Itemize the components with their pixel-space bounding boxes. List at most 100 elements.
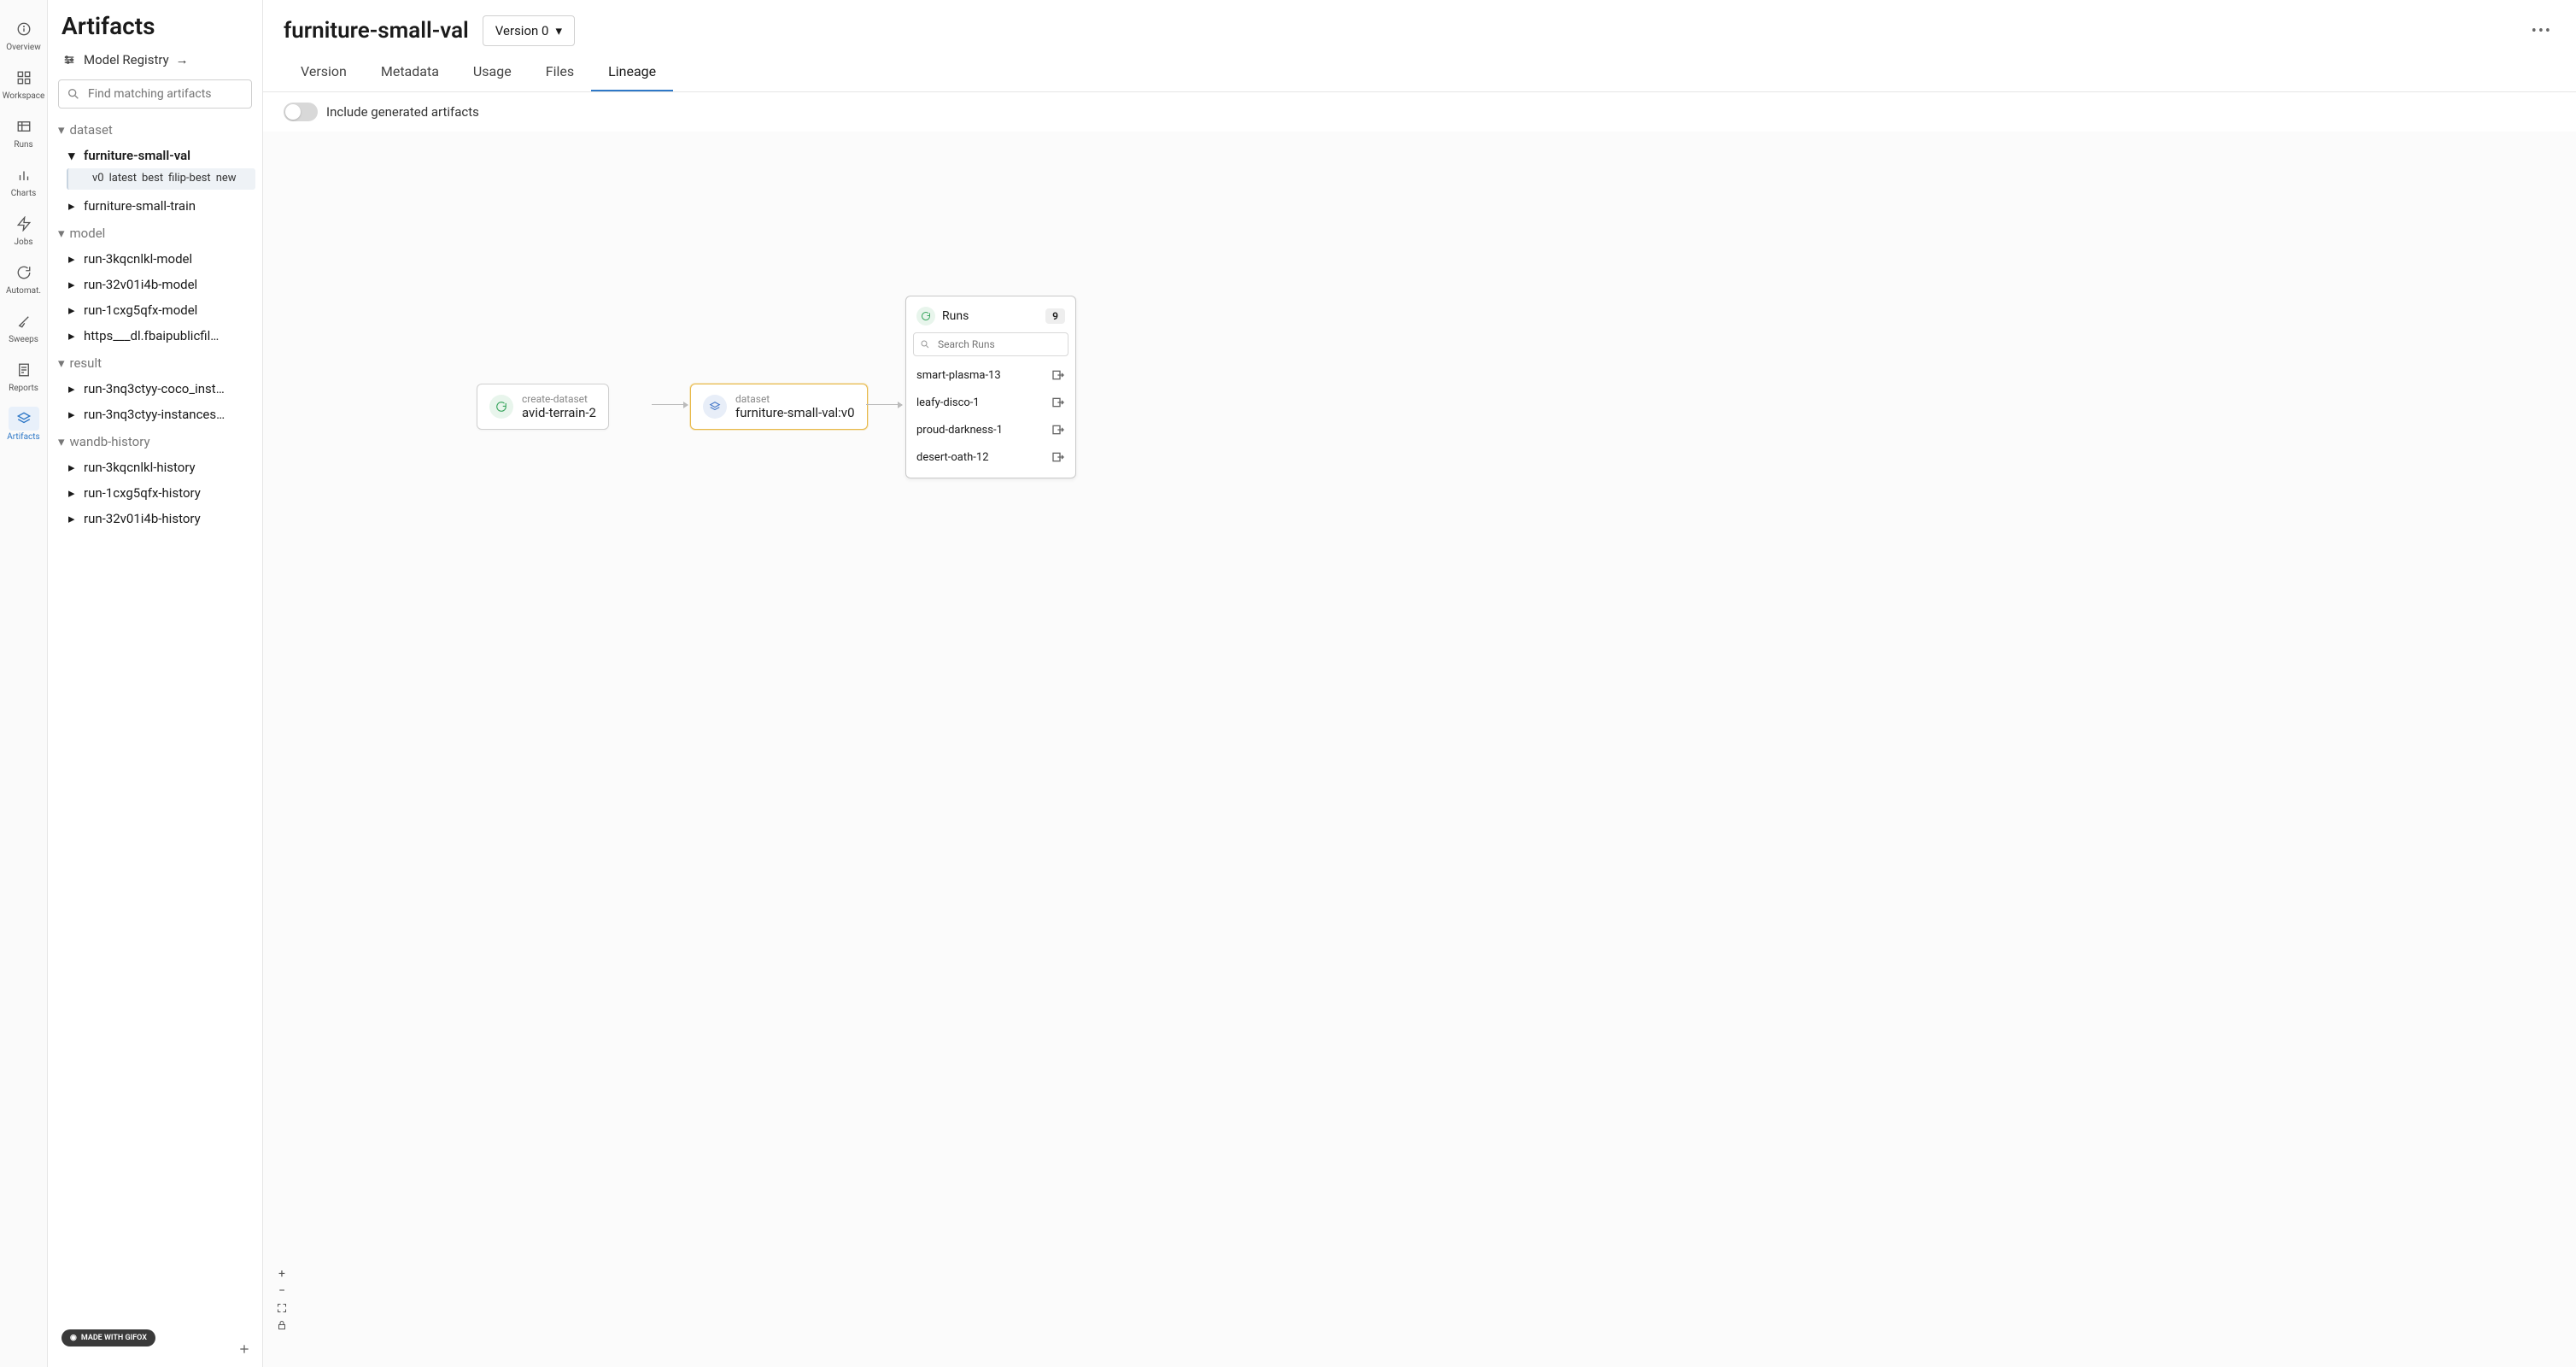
nav-reports[interactable]: Reports: [3, 351, 44, 398]
tag-filip-best[interactable]: filip-best: [168, 172, 211, 185]
run-item[interactable]: proud-darkness-1: [913, 416, 1068, 443]
tree-item-label: run-3kqcnlkl-history: [84, 460, 196, 475]
more-menu-button[interactable]: •••: [2528, 19, 2556, 44]
run-item[interactable]: smart-plasma-13: [913, 361, 1068, 389]
tree-group-label: dataset: [70, 122, 113, 138]
registry-icon: [61, 52, 77, 67]
nav-workspace[interactable]: Workspace: [3, 59, 44, 106]
zoom-out-button[interactable]: −: [273, 1283, 290, 1299]
nav-jobs[interactable]: Jobs: [3, 205, 44, 252]
tree-item[interactable]: ▸run-3nq3ctyy-instances…: [55, 402, 255, 427]
tab-files[interactable]: Files: [529, 55, 591, 91]
version-tags[interactable]: v0 latest best filip-best new: [67, 168, 255, 190]
version-selector[interactable]: Version 0 ▾: [483, 15, 575, 46]
tree-item-label: furniture-small-val: [84, 148, 190, 163]
tree-group-result[interactable]: ▾ result: [55, 350, 255, 376]
tree-item-label: furniture-small-train: [84, 198, 196, 214]
caret-right-icon: ▸: [68, 485, 79, 501]
lineage-node-dataset[interactable]: dataset furniture-small-val:v0: [690, 384, 868, 430]
run-item[interactable]: leafy-disco-1: [913, 389, 1068, 416]
tree-group-label: result: [70, 355, 102, 371]
toggle-label: Include generated artifacts: [326, 104, 479, 120]
refresh-icon: [9, 261, 39, 285]
tree-group-dataset[interactable]: ▾ dataset: [55, 117, 255, 143]
caret-right-icon: ▸: [68, 198, 79, 214]
nav-charts[interactable]: Charts: [3, 156, 44, 203]
tag-new[interactable]: new: [216, 172, 237, 185]
zoom-in-button[interactable]: +: [273, 1266, 290, 1282]
artifact-search: [58, 79, 252, 109]
lineage-node-create-dataset[interactable]: create-dataset avid-terrain-2: [477, 384, 609, 430]
nav-label: Jobs: [15, 238, 33, 247]
tree-item[interactable]: ▸run-1cxg5qfx-history: [55, 480, 255, 506]
tree-item[interactable]: ▸run-3kqcnlkl-history: [55, 455, 255, 480]
artifact-search-input[interactable]: [58, 79, 252, 109]
tree-item-label: run-3nq3ctyy-coco_inst…: [84, 381, 225, 396]
include-generated-toggle[interactable]: [284, 103, 318, 121]
tree-item-label: run-32v01i4b-model: [84, 277, 197, 292]
run-name: smart-plasma-13: [916, 369, 1001, 382]
lineage-arrow: [652, 404, 688, 405]
run-name: proud-darkness-1: [916, 424, 1003, 437]
open-icon[interactable]: [1051, 423, 1065, 437]
nav-artifacts[interactable]: Artifacts: [3, 400, 44, 447]
nav-label: Workspace: [3, 91, 45, 101]
cycle-icon: [916, 307, 935, 326]
nav-label: Overview: [6, 43, 41, 52]
tab-usage[interactable]: Usage: [456, 55, 529, 91]
tree-item[interactable]: ▸https___dl.fbaipublicfil…: [55, 323, 255, 349]
tree-item-furniture-small-train[interactable]: ▸ furniture-small-train: [55, 193, 255, 219]
runs-count: 9: [1045, 308, 1065, 324]
caret-right-icon: ▸: [68, 381, 79, 396]
tree-item[interactable]: ▸run-32v01i4b-history: [55, 506, 255, 531]
tree-group-model[interactable]: ▾ model: [55, 220, 255, 246]
nav-rail: Overview Workspace Runs Charts Jobs Auto…: [0, 0, 48, 1367]
runs-search-input[interactable]: [913, 332, 1068, 356]
run-item[interactable]: desert-oath-12: [913, 443, 1068, 471]
open-icon[interactable]: [1051, 396, 1065, 409]
nav-label: Charts: [11, 189, 37, 198]
tab-version[interactable]: Version: [284, 55, 364, 91]
nav-automations[interactable]: Automat.: [3, 254, 44, 301]
caret-down-icon: ▾: [68, 148, 79, 163]
version-label: Version 0: [495, 23, 549, 38]
info-icon: [9, 17, 39, 41]
nav-sweeps[interactable]: Sweeps: [3, 302, 44, 349]
open-icon[interactable]: [1051, 368, 1065, 382]
tree-item[interactable]: ▸ run-3nq3ctyy-coco_inst…: [55, 376, 255, 402]
model-registry-label: Model Registry: [84, 52, 169, 67]
nav-label: Runs: [14, 140, 32, 150]
caret-right-icon: ▸: [68, 302, 79, 318]
tag-best[interactable]: best: [142, 172, 163, 185]
tree-item-label: run-3kqcnlkl-model: [84, 251, 192, 267]
fullscreen-button[interactable]: [273, 1300, 290, 1316]
tree-item[interactable]: ▸run-1cxg5qfx-model: [55, 297, 255, 323]
tree-group-wandb-history[interactable]: ▾ wandb-history: [55, 429, 255, 455]
add-artifact-button[interactable]: [235, 1340, 254, 1358]
chevron-down-icon: ▾: [58, 122, 65, 138]
tree-item[interactable]: ▸run-3kqcnlkl-model: [55, 246, 255, 272]
tab-lineage[interactable]: Lineage: [591, 55, 673, 91]
caret-right-icon: ▸: [68, 277, 79, 292]
gifox-label: MADE WITH GIFOX: [81, 1334, 147, 1342]
nav-label: Artifacts: [7, 432, 39, 442]
tab-metadata[interactable]: Metadata: [364, 55, 456, 91]
search-icon: [920, 339, 930, 349]
nav-runs[interactable]: Runs: [3, 108, 44, 155]
tag-v0[interactable]: v0: [92, 172, 104, 185]
gifox-icon: ◉: [70, 1334, 77, 1342]
lock-button[interactable]: [273, 1317, 290, 1333]
lineage-canvas[interactable]: create-dataset avid-terrain-2 dataset fu…: [263, 132, 2576, 1367]
node-type: create-dataset: [522, 393, 596, 405]
model-registry-link[interactable]: Model Registry →: [48, 45, 262, 76]
zoom-controls: + −: [273, 1266, 290, 1333]
nav-overview[interactable]: Overview: [3, 10, 44, 57]
sidebar-title: Artifacts: [61, 12, 249, 40]
tree-item-furniture-small-val[interactable]: ▾ furniture-small-val: [55, 143, 255, 168]
tree-item[interactable]: ▸ run-32v01i4b-model: [55, 272, 255, 297]
run-name: desert-oath-12: [916, 451, 989, 464]
tag-latest[interactable]: latest: [109, 172, 137, 185]
grid-icon: [9, 66, 39, 90]
search-icon: [67, 87, 80, 101]
open-icon[interactable]: [1051, 450, 1065, 464]
